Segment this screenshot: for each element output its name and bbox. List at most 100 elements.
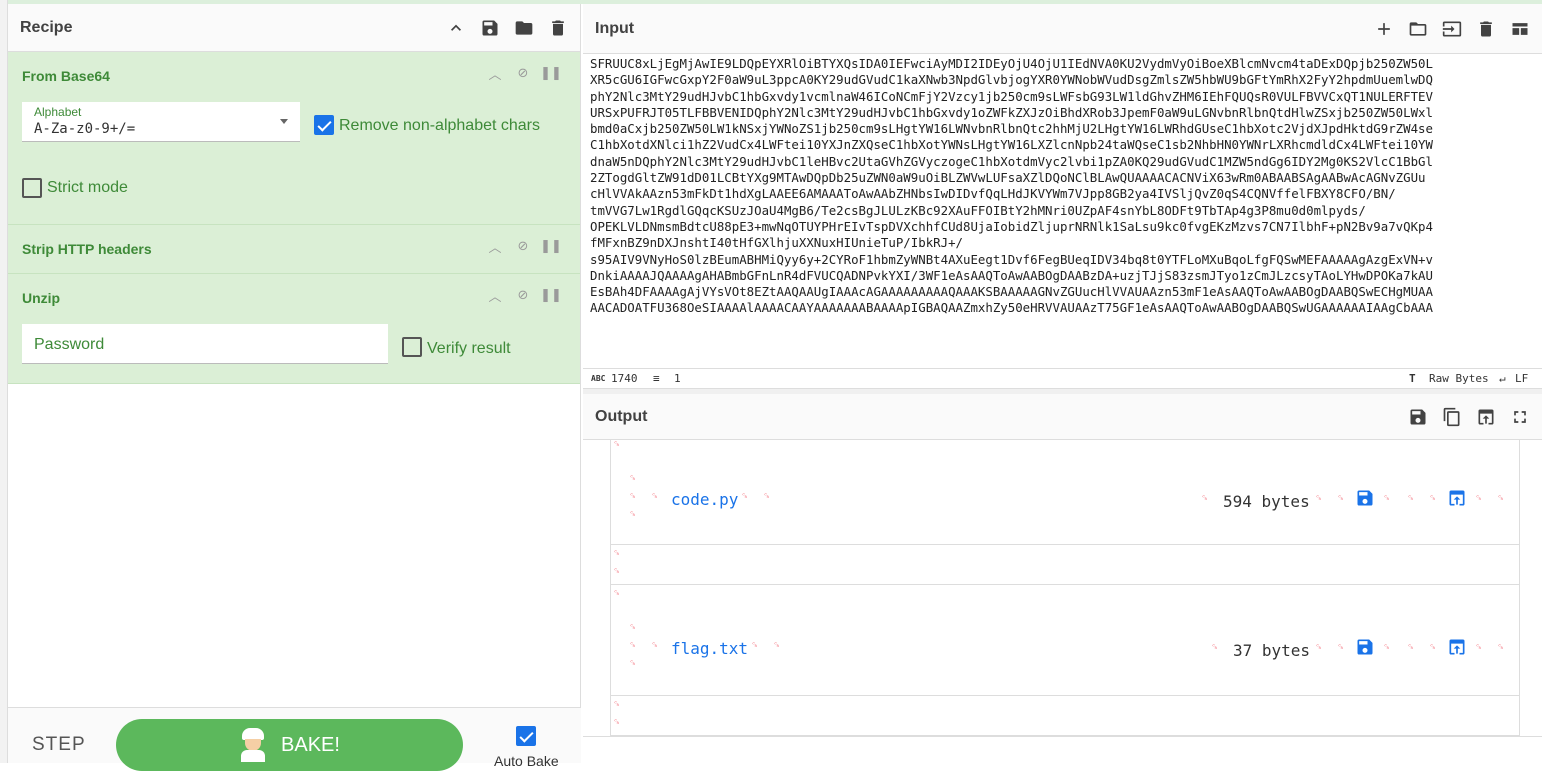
input-line: URSxPUFRJT05TLFBBVENIDQphY2Nlc3MtY29udHJ…: [590, 104, 1433, 120]
chef-icon: [239, 728, 267, 762]
control-char: ␍: [1315, 643, 1323, 653]
save-recipe-icon[interactable]: [480, 18, 500, 38]
password-input[interactable]: Password: [22, 324, 388, 364]
recipe-title: Recipe: [20, 18, 73, 36]
save-file-icon[interactable]: [1355, 488, 1375, 508]
control-char: ␍: [1383, 643, 1391, 653]
control-char: ␍: [1315, 494, 1323, 504]
save-file-icon[interactable]: [1355, 637, 1375, 657]
control-char: ␍: [629, 492, 637, 502]
file-name-link[interactable]: code.py: [671, 490, 738, 509]
save-output-icon[interactable]: [1408, 407, 1428, 427]
input-line: SFRUUC8xLjEgMjAwIE9LDQpEYXRlOiBTYXQsIDA0…: [590, 56, 1433, 71]
control-char: ␍: [651, 641, 659, 651]
output-status-bar: [583, 736, 1542, 763]
operation-strip-http-headers: Strip HTTP headers ︿ ⊘ ❚❚: [8, 225, 580, 274]
input-panel: Input SFRUUC8xLjEgMjAwIE9LDQpEYXRlOiBTYX…: [583, 4, 1542, 388]
control-char: ␍: [613, 567, 621, 577]
replace-input-icon[interactable]: [1476, 407, 1496, 427]
input-line: cHlVVAkAAzn53mFkDt1hdXgLAAEE6AMAAAToAwAA…: [590, 186, 1396, 202]
copy-output-icon[interactable]: [1442, 407, 1462, 427]
disable-operation-icon[interactable]: ⊘: [516, 65, 530, 80]
file-row: ␍ ␍ code.py ␍ ␍ ␍ ␍ 594 bytes ␍ ␍ ␍ ␍ ␍ …: [611, 440, 1519, 545]
control-char: ␍: [629, 623, 637, 633]
input-line: DnkiAAAAJQAAAAgAHABmbGFnLnR4dFVUCQADNPvk…: [590, 267, 1433, 283]
remove-non-alphabet-label: Remove non-alphabet chars: [339, 117, 541, 134]
breakpoint-icon[interactable]: ❚❚: [540, 287, 562, 302]
step-button[interactable]: STEP: [32, 734, 86, 756]
reset-layout-icon[interactable]: [1510, 19, 1530, 39]
collapse-operation-icon[interactable]: ︿: [488, 288, 502, 304]
breakpoint-icon[interactable]: ❚❚: [540, 65, 562, 80]
operation-from-base64: From Base64 ︿ ⊘ ❚❚ Alphabet A-Za-z0-9+/=…: [8, 52, 580, 225]
control-char: ␍: [1429, 643, 1437, 653]
auto-bake-checkbox[interactable]: [516, 726, 536, 746]
control-char: ␍: [1337, 643, 1345, 653]
alphabet-select[interactable]: Alphabet A-Za-z0-9+/=: [22, 102, 300, 142]
control-char: ␍: [613, 718, 621, 728]
output-header: Output: [583, 394, 1542, 440]
control-char: ␍: [1429, 494, 1437, 504]
control-char: ␍: [629, 641, 637, 651]
move-to-input-icon[interactable]: [1447, 637, 1467, 657]
clear-recipe-icon[interactable]: [548, 18, 568, 38]
input-line: OPEKLVLDNmsmBdtcU88pE3+mwNqOTUYPHrEIvTsp…: [590, 218, 1433, 234]
input-line: EsBAh4DFAAAAgAjVYsVOt8EZtAAQAAUgIAAAcAGA…: [590, 284, 1433, 300]
file-row-spacer: ␍ ␍: [611, 545, 1519, 585]
maximize-output-icon[interactable]: [1510, 407, 1530, 427]
move-to-input-icon[interactable]: [1447, 488, 1467, 508]
add-tab-icon[interactable]: [1374, 19, 1394, 39]
operation-unzip: Unzip ︿ ⊘ ❚❚ Password Verify result: [8, 274, 580, 384]
lines-icon: ≡: [653, 372, 660, 385]
control-char: ␍: [1407, 494, 1415, 504]
operation-title: Strip HTTP headers: [22, 241, 152, 257]
output-title: Output: [595, 407, 648, 425]
strict-mode-label: Strict mode: [47, 179, 128, 196]
collapse-operation-icon[interactable]: ︿: [488, 239, 502, 255]
input-line: AACADOATFU368OeSIAAAAlAAAACAAYAAAAAAABAA…: [590, 300, 1433, 316]
control-char: ␍: [629, 510, 637, 520]
clear-input-icon[interactable]: [1476, 19, 1496, 39]
input-line: 2ZTogdGltZW91dD01LCBtYXg9MTAwDQpDb25uZWN…: [590, 170, 1426, 186]
input-eol[interactable]: LF: [1515, 372, 1528, 385]
encoding-icon[interactable]: T: [1409, 372, 1416, 385]
input-line: dnaW5nDQphY2Nlc3MtY29udHJvbC1leHBvc2UtaG…: [590, 153, 1433, 169]
dropdown-caret-icon: [280, 119, 288, 124]
operation-title: From Base64: [22, 68, 110, 84]
control-char: ␍: [1211, 643, 1219, 653]
collapse-operation-icon[interactable]: ︿: [488, 66, 502, 82]
remove-non-alphabet-checkbox[interactable]: [314, 115, 334, 135]
file-name-link[interactable]: flag.txt: [671, 639, 748, 658]
collapse-all-icon[interactable]: [446, 18, 466, 38]
eol-icon[interactable]: ↵: [1499, 372, 1506, 385]
input-header: Input: [583, 4, 1542, 54]
breakpoint-icon[interactable]: ❚❚: [540, 238, 562, 253]
input-line: s95AIV9VNyHoS0lzBEumABHMiQyy6y+2CYRoF1hb…: [590, 251, 1433, 267]
recipe-panel: Recipe From Base64 ︿ ⊘ ❚❚ Alphabet A-Za-…: [8, 4, 581, 771]
input-line: C1hbXotdXNlci1hZ2VudCx4LWFtei10YXJnZXQse…: [590, 137, 1433, 153]
verify-result-label: Verify result: [427, 340, 511, 357]
control-char: ␍: [1475, 494, 1483, 504]
control-char: ␍: [629, 659, 637, 669]
disable-operation-icon[interactable]: ⊘: [516, 287, 530, 302]
open-file-icon[interactable]: [1442, 19, 1462, 39]
control-char: ␍: [1337, 494, 1345, 504]
strict-mode-checkbox[interactable]: [22, 178, 42, 198]
control-char: ␍: [1201, 494, 1209, 504]
alphabet-value: A-Za-z0-9+/=: [34, 121, 136, 137]
verify-result-checkbox[interactable]: [402, 337, 422, 357]
disable-operation-icon[interactable]: ⊘: [516, 238, 530, 253]
control-char: ␍: [1497, 494, 1505, 504]
input-encoding[interactable]: Raw Bytes: [1429, 372, 1489, 385]
length-icon: ABC: [591, 374, 606, 383]
input-line: fMFxnBZ9nDXJnshtI40tHfGXlhjuXXNuxHIUnieT…: [590, 235, 963, 251]
input-status-bar: ABC 1740 ≡ 1 T Raw Bytes ↵ LF: [583, 368, 1542, 388]
control-char: ␍: [763, 492, 771, 502]
recipe-header: Recipe: [8, 4, 580, 52]
load-recipe-icon[interactable]: [514, 18, 534, 38]
file-size: 37 bytes: [1233, 641, 1311, 660]
input-textarea[interactable]: SFRUUC8xLjEgMjAwIE9LDQpEYXRlOiBTYXQsIDA0…: [590, 56, 1538, 366]
open-folder-icon[interactable]: [1408, 19, 1428, 39]
bake-label: BAKE!: [281, 733, 340, 756]
bake-button[interactable]: BAKE!: [116, 719, 463, 771]
